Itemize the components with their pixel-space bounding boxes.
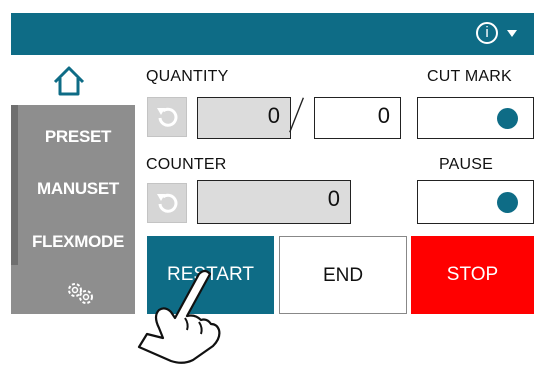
quantity-target-value: 0 (377, 103, 390, 128)
machine-control-screen: i PRESET MANUSET FLEXMODE QUANTITY 0 0 C… (11, 13, 534, 314)
settings-gears-icon[interactable] (63, 280, 97, 306)
pause-indicator (497, 192, 518, 213)
sidebar-item-manuset[interactable]: MANUSET (23, 179, 133, 199)
sidebar-item-preset[interactable]: PRESET (23, 127, 133, 147)
quantity-current-value: 0 (267, 103, 280, 128)
info-icon[interactable]: i (476, 22, 498, 44)
counter-value: 0 (327, 186, 340, 211)
quantity-separator (289, 97, 304, 133)
quantity-current-field[interactable]: 0 (197, 97, 291, 139)
cut-mark-indicator (497, 108, 518, 129)
home-icon[interactable] (51, 63, 87, 99)
sidebar-indicator (11, 105, 18, 265)
counter-reset-button[interactable] (147, 183, 187, 223)
pause-toggle[interactable] (417, 180, 534, 224)
sidebar: PRESET MANUSET FLEXMODE (11, 105, 135, 314)
top-bar: i (11, 13, 534, 55)
pointing-hand-icon (137, 269, 221, 364)
counter-field: 0 (197, 180, 351, 224)
quantity-label: QUANTITY (146, 68, 229, 85)
quantity-target-field[interactable]: 0 (314, 97, 401, 139)
end-button[interactable]: END (279, 236, 407, 314)
counter-label: COUNTER (146, 156, 227, 173)
cut-mark-label: CUT MARK (427, 68, 512, 85)
cut-mark-toggle[interactable] (417, 97, 534, 139)
stop-button[interactable]: STOP (411, 236, 534, 314)
chevron-down-icon[interactable] (507, 30, 517, 37)
pause-label: PAUSE (439, 156, 494, 173)
quantity-reset-button[interactable] (147, 97, 187, 137)
reset-icon (157, 193, 178, 213)
sidebar-item-flexmode[interactable]: FLEXMODE (23, 232, 133, 252)
reset-icon (157, 107, 178, 127)
